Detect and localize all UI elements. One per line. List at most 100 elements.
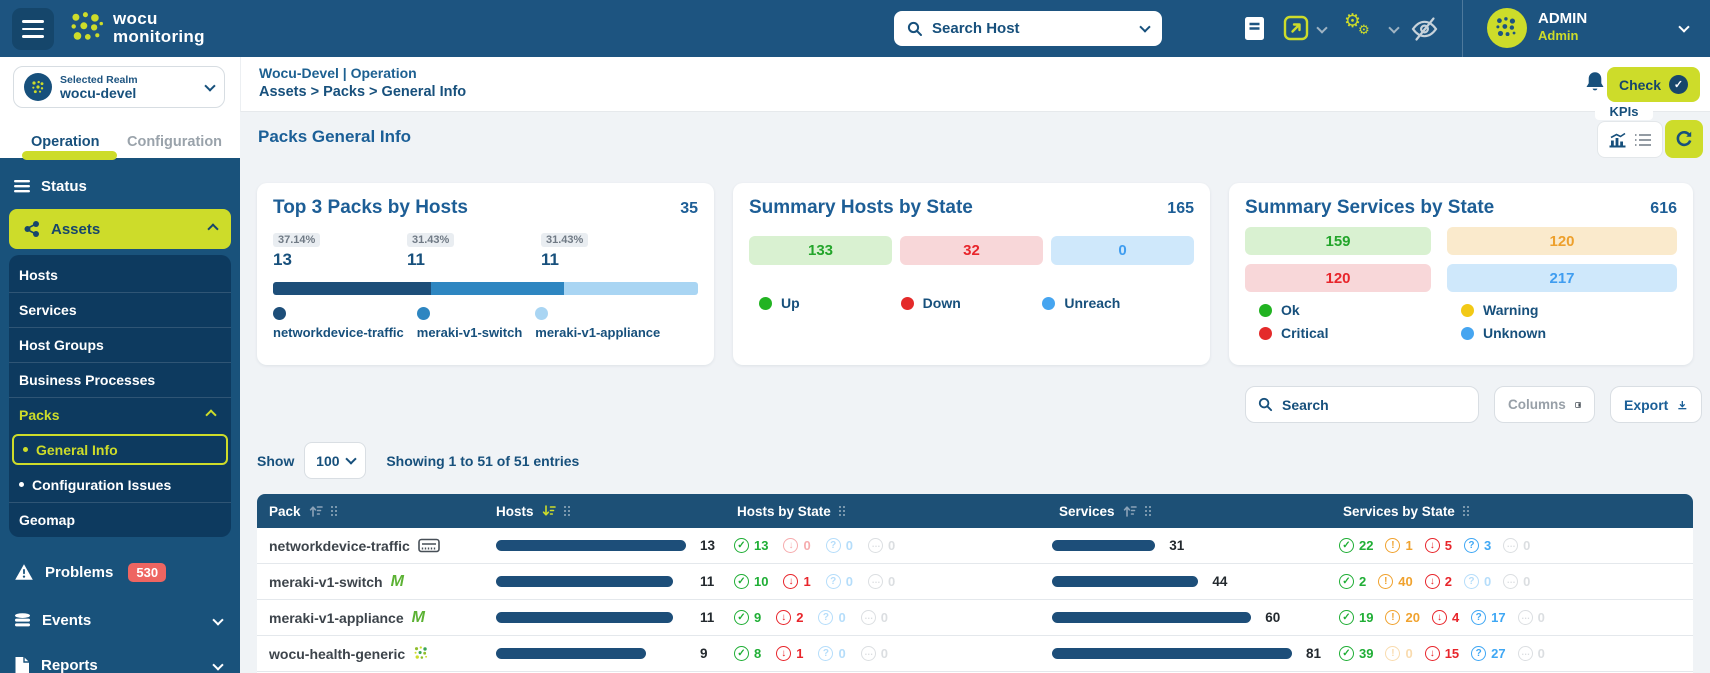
sort-icon [309, 506, 323, 517]
report-file-icon [15, 657, 29, 673]
sidebar-item-geomap[interactable]: Geomap [9, 502, 231, 537]
check-circle-icon [1669, 75, 1688, 94]
sidebar-item-reports[interactable]: Reports [0, 650, 240, 673]
services-critical-count: 4 [1431, 610, 1459, 625]
notifications-button[interactable] [1584, 70, 1606, 94]
menu-toggle-button[interactable] [12, 8, 54, 50]
sidebar-item-packs[interactable]: Packs [9, 397, 231, 432]
user-menu[interactable]: ADMIN Admin [1538, 10, 1587, 43]
exclamation-circle-icon [1385, 610, 1401, 625]
column-header-services-by-state[interactable]: Services by State [1339, 504, 1693, 519]
columns-button[interactable]: Columns [1494, 386, 1595, 423]
table-row[interactable]: networkdevice-traffic 13 13 0 0 0 31 [257, 528, 1693, 564]
arrow-down-circle-icon [1424, 646, 1440, 661]
sidebar-item-general-info[interactable]: General Info [12, 434, 228, 465]
pack-percent: 31.43% [407, 233, 455, 247]
pack-name[interactable]: meraki-v1-switch [269, 574, 383, 590]
sidebar-item-hosts[interactable]: Hosts [9, 257, 231, 292]
chevron-down-icon[interactable] [1678, 21, 1690, 33]
arrow-down-circle-icon [776, 646, 792, 661]
sidebar-item-business-processes[interactable]: Business Processes [9, 362, 231, 397]
hosts-other-count: 0 [860, 610, 888, 625]
avatar[interactable] [1487, 8, 1527, 48]
hosts-count: 9 [700, 646, 708, 661]
exclamation-circle-icon [1378, 574, 1394, 589]
sidebar-item-status[interactable]: Status [0, 171, 240, 201]
arrow-down-circle-icon [1431, 610, 1447, 625]
hide-view-button[interactable] [1406, 16, 1442, 42]
drag-handle-icon[interactable] [330, 505, 339, 517]
column-header-services[interactable]: Services [1052, 504, 1339, 519]
table-search[interactable] [1245, 386, 1479, 423]
search-input[interactable] [1282, 396, 1442, 413]
sidebar-item-configuration-issues[interactable]: Configuration Issues [9, 467, 231, 502]
settings-gears-button[interactable]: ⚙ ⚙ [1344, 12, 1378, 44]
kpis-toggle-group [1597, 121, 1663, 158]
table-row[interactable]: meraki-v1-switch 11 10 1 0 0 44 2 40 2 [257, 564, 1693, 600]
card-hosts-by-state: Summary Hosts by State 165 133 32 0 Up D… [733, 183, 1210, 365]
state-boxes: 133 32 0 [749, 236, 1194, 265]
sidebar-item-services[interactable]: Services [9, 292, 231, 327]
bell-icon [1586, 72, 1604, 91]
check-button[interactable]: Check [1606, 67, 1700, 102]
docs-book-button[interactable] [1244, 16, 1265, 41]
sidebar-item-host-groups[interactable]: Host Groups [9, 327, 231, 362]
services-count: 31 [1169, 538, 1185, 553]
services-other-count: 0 [1517, 646, 1545, 661]
pack-name[interactable]: wocu-health-generic [269, 646, 405, 662]
services-other-count: 0 [1503, 538, 1530, 553]
drag-handle-icon[interactable] [838, 505, 847, 517]
main-content: Packs General Info KPIs Top 3 Packs by H… [240, 103, 1710, 673]
ellipsis-circle-icon [1517, 646, 1533, 661]
hosts-up-count: 13 [734, 538, 768, 553]
avatar-dots-icon [1496, 17, 1516, 37]
wocu-pack-icon [414, 646, 428, 659]
bar-segment [430, 282, 565, 295]
pack-name[interactable]: meraki-v1-appliance [269, 610, 404, 626]
services-warning-count: 20 [1385, 610, 1420, 625]
pack-host-count: 11 [407, 250, 425, 269]
realm-select[interactable]: Selected Realm wocu-devel [13, 66, 225, 108]
check-circle-icon [1339, 574, 1354, 589]
sidebar-item-events[interactable]: Events [0, 605, 240, 635]
chevron-down-icon [344, 452, 357, 465]
question-circle-icon [1463, 574, 1479, 589]
kpi-chart-view-button[interactable] [1608, 132, 1627, 148]
column-header-hosts[interactable]: Hosts [496, 504, 734, 519]
table-row[interactable]: meraki-v1-appliance 11 9 2 0 0 60 19 20 … [257, 600, 1693, 636]
sidebar-item-problems[interactable]: Problems 530 [0, 557, 240, 587]
warning-count-box: 120 [1447, 227, 1677, 255]
eye-off-icon [1411, 17, 1438, 41]
hosts-up-count: 9 [734, 610, 761, 625]
drag-handle-icon[interactable] [1144, 505, 1153, 517]
refresh-button[interactable] [1665, 120, 1703, 158]
table-row[interactable]: wocu-health-generic 9 8 1 0 0 81 [257, 636, 1693, 672]
drag-handle-icon[interactable] [563, 505, 572, 517]
arrow-down-circle-icon [776, 610, 792, 625]
breadcrumb-realm[interactable]: Wocu-Devel | Operation [259, 65, 417, 81]
tab-configuration[interactable]: Configuration [127, 134, 222, 150]
services-warning-count: 40 [1378, 574, 1413, 589]
pagination-bar: Show 100 Showing 1 to 51 of 51 entries [257, 442, 579, 479]
page-size-select[interactable]: 100 [304, 442, 367, 479]
sidebar-item-assets[interactable]: Assets [9, 209, 231, 249]
export-button[interactable]: Export [1610, 386, 1702, 423]
pack-host-count: 13 [273, 250, 292, 269]
external-link-button[interactable] [1283, 15, 1309, 41]
card-total: 35 [680, 200, 698, 217]
list-icon [1635, 133, 1651, 146]
tab-operation[interactable]: Operation [31, 134, 99, 150]
column-header-hosts-by-state[interactable]: Hosts by State [734, 504, 1052, 519]
chevron-down-icon[interactable] [1388, 22, 1400, 34]
chevron-down-icon[interactable] [1316, 22, 1328, 34]
column-header-pack[interactable]: Pack [257, 504, 496, 519]
question-circle-icon [818, 610, 834, 625]
legend-dot [759, 296, 772, 310]
realm-icon [24, 73, 52, 101]
kpi-list-view-button[interactable] [1634, 133, 1652, 147]
pack-name[interactable]: networkdevice-traffic [269, 538, 410, 554]
search-host-select[interactable]: Search Host [894, 11, 1162, 46]
drag-handle-icon[interactable] [1462, 505, 1471, 517]
legend: Up Down Unreach [749, 295, 1194, 311]
breadcrumb[interactable]: Assets > Packs > General Info [259, 84, 466, 100]
